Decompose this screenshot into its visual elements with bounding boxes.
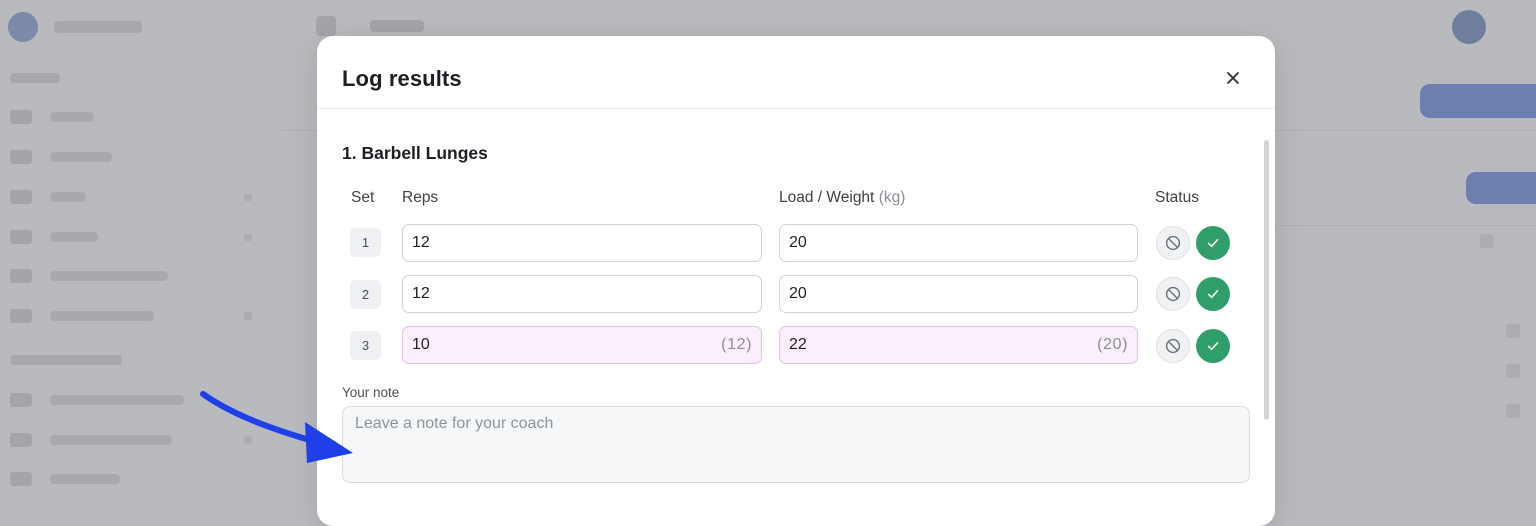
exercise-title: 1. Barbell Lunges bbox=[342, 143, 488, 163]
complete-set-button[interactable] bbox=[1196, 329, 1230, 363]
column-header-load-label: Load / Weight bbox=[779, 189, 875, 206]
reps-value: 12 bbox=[412, 234, 430, 251]
sidebar-item bbox=[10, 472, 120, 486]
check-icon bbox=[1207, 239, 1219, 248]
column-header-status: Status bbox=[1155, 189, 1199, 206]
close-button[interactable] bbox=[1221, 66, 1245, 90]
sidebar-item bbox=[10, 190, 86, 204]
reps-planned-value: (12) bbox=[721, 336, 752, 353]
modal-title: Log results bbox=[342, 66, 462, 91]
complete-set-button[interactable] bbox=[1196, 277, 1230, 311]
action-icon bbox=[1506, 404, 1520, 418]
app-logo bbox=[8, 12, 38, 42]
reps-value: 10 bbox=[412, 336, 430, 353]
column-header-set: Set bbox=[351, 189, 375, 206]
load-value: 20 bbox=[789, 285, 807, 302]
set-number-badge: 3 bbox=[350, 331, 381, 360]
block-icon bbox=[1165, 286, 1181, 302]
chevron-icon bbox=[244, 312, 252, 320]
skip-set-button[interactable] bbox=[1156, 226, 1190, 260]
column-header-load-unit: (kg) bbox=[878, 189, 906, 206]
avatar bbox=[1452, 10, 1486, 44]
chevron-icon bbox=[244, 233, 252, 241]
load-value: 22 bbox=[789, 336, 807, 353]
reps-value: 12 bbox=[412, 285, 430, 302]
skip-set-button[interactable] bbox=[1156, 329, 1190, 363]
reps-input[interactable]: 10 (12) bbox=[402, 326, 762, 364]
complete-set-button[interactable] bbox=[1196, 226, 1230, 260]
load-planned-value: (20) bbox=[1097, 336, 1128, 353]
arrow-icon bbox=[200, 391, 353, 463]
divider bbox=[1276, 225, 1536, 226]
close-icon bbox=[1227, 72, 1239, 84]
check-icon bbox=[1207, 342, 1219, 351]
block-icon bbox=[1165, 338, 1181, 354]
load-input[interactable]: 22 (20) bbox=[779, 326, 1138, 364]
reps-input[interactable]: 12 bbox=[402, 224, 762, 262]
load-input[interactable]: 20 bbox=[779, 224, 1138, 262]
chevron-icon bbox=[244, 193, 252, 201]
log-results-modal: Log results 1. Barbell Lunges Set Reps L… bbox=[317, 36, 1275, 526]
load-input[interactable]: 20 bbox=[779, 275, 1138, 313]
sidebar-section-heading bbox=[10, 355, 122, 365]
modal-scrollbar[interactable] bbox=[1264, 140, 1269, 420]
sidebar-item bbox=[10, 269, 168, 283]
sidebar-section-heading bbox=[10, 73, 60, 83]
set-number-badge: 2 bbox=[350, 280, 381, 309]
load-value: 20 bbox=[789, 234, 807, 251]
header-title bbox=[370, 20, 424, 32]
block-icon bbox=[1165, 235, 1181, 251]
sidebar-item bbox=[10, 433, 172, 447]
skip-set-button[interactable] bbox=[1156, 277, 1190, 311]
set-number-badge: 1 bbox=[350, 228, 381, 257]
sidebar-item bbox=[10, 309, 154, 323]
menu-icon bbox=[316, 16, 336, 36]
sidebar-item bbox=[10, 110, 94, 124]
primary-button bbox=[1420, 84, 1536, 118]
action-icon bbox=[1506, 324, 1520, 338]
sidebar-item bbox=[10, 230, 98, 244]
column-header-reps: Reps bbox=[402, 189, 439, 206]
sidebar-item bbox=[10, 393, 184, 407]
app-brand bbox=[54, 21, 142, 33]
action-icon bbox=[1506, 364, 1520, 378]
check-icon bbox=[1207, 290, 1219, 299]
sidebar-item bbox=[10, 150, 112, 164]
column-header-load: Load / Weight (kg) bbox=[779, 189, 905, 207]
note-textarea[interactable] bbox=[342, 406, 1250, 483]
action-icon bbox=[1480, 234, 1494, 248]
reps-input[interactable]: 12 bbox=[402, 275, 762, 313]
modal-header: Log results bbox=[317, 36, 1275, 109]
primary-button bbox=[1466, 172, 1536, 204]
